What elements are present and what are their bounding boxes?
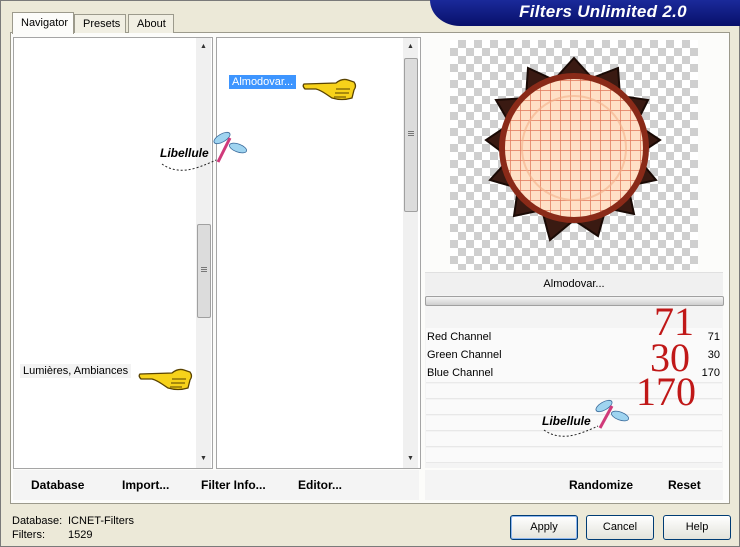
scroll-up-arrow-icon[interactable]: ▲ xyxy=(403,40,418,54)
cancel-button[interactable]: Cancel xyxy=(586,515,654,540)
filter-name-label: Almodovar... xyxy=(425,272,723,295)
libellule-watermark: Libellule xyxy=(538,398,630,444)
param-value: 30 xyxy=(707,349,720,361)
libellule-text: Libellule xyxy=(160,146,209,160)
category-item-selected[interactable]: Lumières, Ambiances xyxy=(20,364,132,378)
param-value: 71 xyxy=(707,331,720,343)
category-scrollbar[interactable]: ▲ ▼ xyxy=(196,38,211,468)
editor-button[interactable]: Editor... xyxy=(298,478,342,492)
scroll-up-arrow-icon[interactable]: ▲ xyxy=(196,40,211,54)
pointing-hand-icon xyxy=(138,368,193,391)
filters-status-value: 1529 xyxy=(68,529,93,541)
filter-item-selected[interactable]: Almodovar... xyxy=(229,75,297,89)
param-row-empty xyxy=(426,448,722,463)
reset-button[interactable]: Reset xyxy=(668,478,701,492)
scroll-down-arrow-icon[interactable]: ▼ xyxy=(196,452,211,466)
database-button[interactable]: Database xyxy=(31,478,84,492)
libellule-text: Libellule xyxy=(542,414,591,428)
scrollbar-thumb[interactable] xyxy=(197,224,211,318)
filter-info-button[interactable]: Filter Info... xyxy=(201,478,266,492)
param-value: 170 xyxy=(701,367,720,379)
blue-value-overlay: 170 xyxy=(636,369,696,414)
filter-scrollbar[interactable]: ▲ ▼ xyxy=(403,38,418,468)
tab-navigator[interactable]: Navigator xyxy=(12,12,74,34)
help-button[interactable]: Help xyxy=(663,515,731,540)
database-status-label: Database: xyxy=(12,515,63,527)
window-title: Filters Unlimited 2.0 xyxy=(519,2,687,21)
tab-presets[interactable]: Presets xyxy=(74,14,126,33)
database-status-value: ICNET-Filters xyxy=(68,515,134,527)
param-name: Blue Channel xyxy=(427,367,494,379)
scrollbar-thumb[interactable] xyxy=(404,58,418,212)
param-name: Green Channel xyxy=(427,349,502,361)
tab-about[interactable]: About xyxy=(128,14,174,33)
apply-button[interactable]: Apply xyxy=(510,515,578,540)
param-name: Red Channel xyxy=(427,331,492,343)
category-list[interactable]: Lumières, Ambiances ▲ ▼ xyxy=(13,37,213,469)
randomize-button[interactable]: Randomize xyxy=(569,478,633,492)
scroll-down-arrow-icon[interactable]: ▼ xyxy=(403,452,418,466)
filters-status-label: Filters: xyxy=(12,529,45,541)
pointing-hand-icon xyxy=(302,78,357,101)
libellule-watermark: Libellule xyxy=(156,128,248,178)
import-button[interactable]: Import... xyxy=(122,478,169,492)
preview-image xyxy=(484,56,662,242)
preview-canvas xyxy=(450,40,698,270)
